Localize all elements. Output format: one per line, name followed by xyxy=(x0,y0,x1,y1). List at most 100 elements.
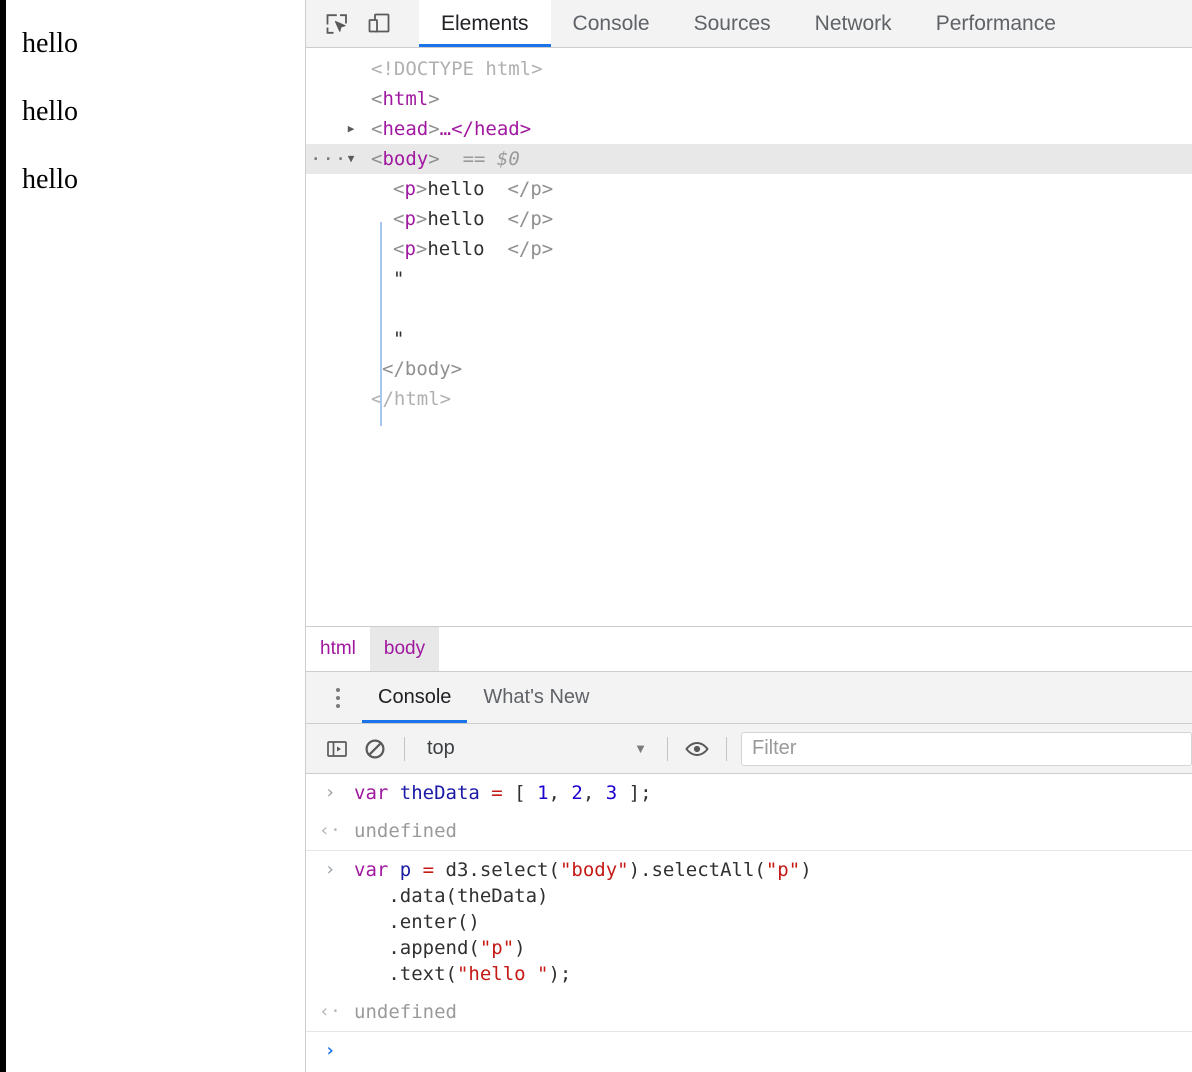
dom-bracket-close: > xyxy=(428,88,440,110)
live-expression-eye-icon[interactable] xyxy=(678,730,716,768)
dom-node-doctype[interactable]: <!DOCTYPE html> xyxy=(306,54,1192,84)
dom-node-p1[interactable]: < p > hello </p> xyxy=(306,174,1192,204)
console-token: theData xyxy=(399,782,492,804)
console-context-label: top xyxy=(427,737,455,759)
dom-bracket-open: < xyxy=(393,238,405,260)
dom-tree[interactable]: <!DOCTYPE html> < html > ▶ < head > …</head> ··· ▼… xyxy=(306,48,1192,626)
dom-text-node: hello xyxy=(427,178,496,200)
dom-ellipsis-marker: ··· xyxy=(310,148,348,170)
dom-collapsed-children: …</head> xyxy=(439,118,532,140)
console-token: .enter() xyxy=(354,911,480,933)
dom-space xyxy=(496,204,507,234)
chevron-down-icon: ▼ xyxy=(634,741,647,756)
console-message-prompt[interactable]: › xyxy=(306,1031,1192,1070)
dom-node-body-close[interactable]: </body> xyxy=(306,354,1192,384)
dom-node-textnode-blank[interactable] xyxy=(306,294,1192,324)
drawer-tab-console[interactable]: Console xyxy=(362,672,468,723)
dom-node-textnode-open[interactable]: " xyxy=(306,264,1192,294)
dom-bracket-close: > xyxy=(428,148,440,170)
devtools-tab-list: Elements Console Sources Network Performance xyxy=(419,0,1078,47)
chevron-right-icon[interactable]: ▶ xyxy=(342,114,360,144)
console-context-select[interactable]: top ▼ xyxy=(415,737,657,760)
dom-bracket-open: < xyxy=(371,88,383,110)
tab-console[interactable]: Console xyxy=(551,0,672,47)
page-paragraph: hello xyxy=(22,28,78,59)
dom-bracket-open: < xyxy=(371,148,383,170)
console-log[interactable]: › var theData = [ 1, 2, 3 ]; ‹· undefined › v… xyxy=(306,774,1192,1072)
dom-tagname: html xyxy=(382,88,429,110)
console-message-input[interactable]: › var theData = [ 1, 2, 3 ]; xyxy=(306,774,1192,812)
inspect-element-icon[interactable] xyxy=(316,3,358,45)
breadcrumb-item-html[interactable]: html xyxy=(306,627,370,671)
dom-doctype: </html> xyxy=(371,388,452,410)
dom-doctype: <!DOCTYPE html> xyxy=(371,58,543,80)
devtools-panel: Elements Console Sources Network Performance… xyxy=(305,0,1192,1072)
console-token: undefined xyxy=(354,820,457,842)
console-token: undefined xyxy=(354,1001,457,1023)
dom-tagname: p xyxy=(404,178,416,200)
console-sidebar-icon[interactable] xyxy=(318,730,356,768)
dom-tagname: body xyxy=(382,148,429,170)
page-paragraph: hello xyxy=(22,164,78,195)
console-token: var xyxy=(354,782,400,804)
drawer-tab-list: Console What's New xyxy=(362,672,605,723)
dom-end-tag: </p> xyxy=(507,238,554,260)
dom-text-node: hello xyxy=(427,238,496,260)
dom-bracket-close: > xyxy=(415,178,428,200)
console-message-body xyxy=(354,1038,1192,1064)
dom-node-p2[interactable]: < p > hello </p> xyxy=(306,204,1192,234)
dom-space xyxy=(496,234,507,264)
console-result-arrow-icon: ‹· xyxy=(319,820,341,841)
console-message-body: undefined xyxy=(354,818,1192,844)
console-toolbar: top ▼ Filter xyxy=(306,724,1192,774)
dom-node-p3[interactable]: < p > hello </p> xyxy=(306,234,1192,264)
console-token: ]; xyxy=(617,782,652,804)
breadcrumb-item-body[interactable]: body xyxy=(369,627,440,671)
dom-node-html-close[interactable]: </html> xyxy=(306,384,1192,414)
console-code-line xyxy=(354,1038,1192,1064)
dom-space xyxy=(404,324,415,354)
tab-elements[interactable]: Elements xyxy=(419,0,551,47)
dom-text-node: hello xyxy=(427,208,496,230)
tab-network[interactable]: Network xyxy=(793,0,914,47)
clear-console-icon[interactable] xyxy=(356,730,394,768)
device-toolbar-icon[interactable] xyxy=(358,3,400,45)
console-code-line: .append("p") xyxy=(354,935,1192,961)
dom-end-tag: </p> xyxy=(507,208,554,230)
dom-text-node: " xyxy=(393,268,405,290)
dom-tagname: p xyxy=(404,238,416,260)
console-token: ).selectAll( xyxy=(628,859,766,881)
console-token: "p" xyxy=(765,859,801,881)
dom-node-head[interactable]: ▶ < head > …</head> xyxy=(306,114,1192,144)
chevron-down-icon[interactable]: ▼ xyxy=(342,144,360,174)
console-filter-input[interactable]: Filter xyxy=(741,731,1192,766)
dom-bracket-open: < xyxy=(393,208,405,230)
dom-node-html-open[interactable]: < html > xyxy=(306,84,1192,114)
console-filter-placeholder: Filter xyxy=(752,737,797,759)
console-token: ) xyxy=(514,937,526,959)
dom-node-textnode-close[interactable]: " xyxy=(306,324,1192,354)
console-token: "hello " xyxy=(456,963,549,985)
dom-node-body-open[interactable]: ··· ▼ < body > == $0 xyxy=(306,144,1192,174)
dom-bracket-close: > xyxy=(428,118,440,140)
console-message-result[interactable]: ‹· undefined xyxy=(306,993,1192,1031)
console-message-result[interactable]: ‹· undefined xyxy=(306,812,1192,850)
drawer-tab-what-s-new[interactable]: What's New xyxy=(467,672,605,723)
dom-text-node: " xyxy=(393,328,405,350)
more-options-icon[interactable] xyxy=(314,672,362,723)
console-message-input[interactable]: › var p = d3.select("body").selectAll("p"… xyxy=(306,850,1192,993)
page-body: hello hello hello xyxy=(6,0,305,234)
console-drawer: Console What's New top ▼ Filter › var th… xyxy=(306,672,1192,1072)
console-token: p xyxy=(399,859,423,881)
page-viewport: hello hello hello xyxy=(0,0,305,1072)
console-code-line: .data(theData) xyxy=(354,883,1192,909)
tab-performance[interactable]: Performance xyxy=(914,0,1078,47)
console-prompt-arrow-icon: › xyxy=(324,782,336,803)
console-message-body: undefined xyxy=(354,999,1192,1025)
console-code-line: var theData = [ 1, 2, 3 ]; xyxy=(354,780,1192,806)
console-token: ) xyxy=(800,859,812,881)
tab-sources[interactable]: Sources xyxy=(672,0,793,47)
console-toolbar-divider-3 xyxy=(726,736,727,761)
dom-bracket-close: > xyxy=(415,238,428,260)
devtools-toolbar-icons xyxy=(306,0,419,47)
